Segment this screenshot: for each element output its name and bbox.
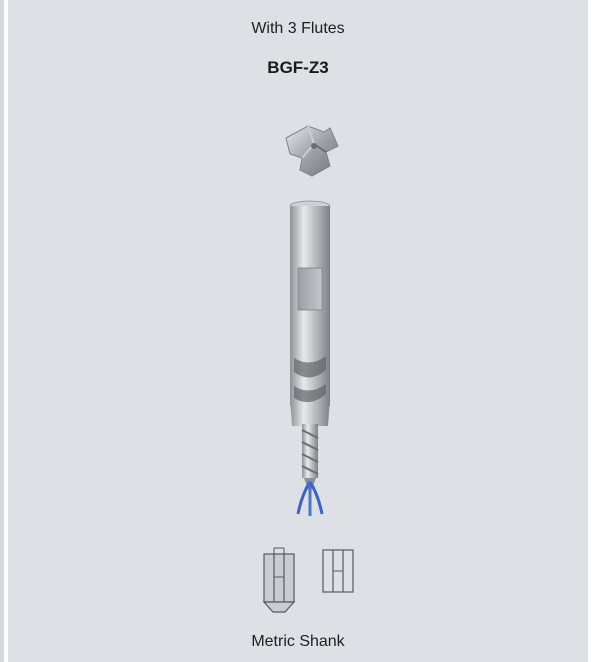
straight-shank-icon [322, 549, 354, 593]
flute-count-title: With 3 Flutes [251, 20, 345, 37]
three-flute-insert-image [285, 125, 339, 177]
shank-type-caption: Metric Shank [251, 633, 345, 650]
product-panel: With 3 Flutes BGF-Z3 Metric Shank [8, 0, 588, 662]
page-edge-rule [0, 0, 4, 662]
model-code: BGF-Z3 [267, 58, 329, 77]
end-mill-holder-image [289, 200, 331, 516]
shank-with-chamfer-icon [262, 547, 296, 613]
page: With 3 Flutes BGF-Z3 Metric Shank [0, 0, 595, 662]
